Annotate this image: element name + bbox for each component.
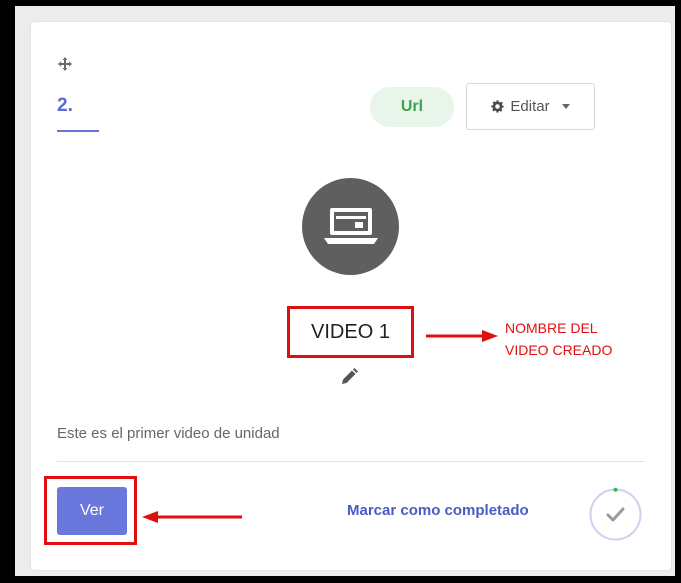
type-badge: Url xyxy=(370,87,454,127)
mark-complete-link[interactable]: Marcar como completado xyxy=(347,502,529,519)
divider xyxy=(57,461,645,462)
step-underline xyxy=(57,130,99,132)
check-icon[interactable] xyxy=(588,487,643,542)
edit-dropdown-button[interactable]: Editar xyxy=(466,83,595,130)
move-icon[interactable] xyxy=(57,56,73,72)
video-title-highlight: VIDEO 1 xyxy=(287,306,414,358)
video-title: VIDEO 1 xyxy=(311,320,390,343)
video-type-icon xyxy=(302,178,399,275)
view-button[interactable]: Ver xyxy=(57,487,127,535)
video-description: Este es el primer video de unidad xyxy=(57,425,280,442)
annotation-label: NOMBRE DEL VIDEO CREADO xyxy=(505,320,613,358)
annotation-arrow-left xyxy=(142,511,242,523)
laptop-video-icon xyxy=(324,208,378,244)
pencil-icon[interactable] xyxy=(339,367,359,387)
step-number: 2. xyxy=(57,95,73,116)
edit-label: Editar xyxy=(510,98,550,115)
gear-icon xyxy=(491,100,504,113)
caret-down-icon xyxy=(561,104,570,109)
annotation-arrow-right xyxy=(426,330,498,342)
